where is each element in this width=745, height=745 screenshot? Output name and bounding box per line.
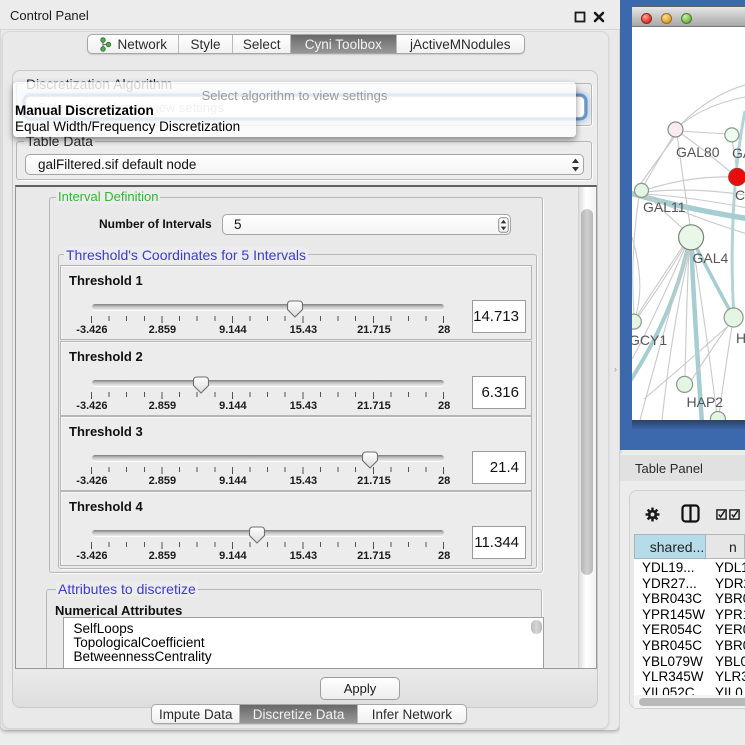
- svg-text:C: C: [735, 187, 745, 203]
- svg-text:GAL4: GAL4: [693, 250, 729, 266]
- svg-text:GA: GA: [732, 145, 745, 161]
- svg-text:HAP2: HAP2: [687, 394, 724, 410]
- svg-text:GCY1: GCY1: [632, 332, 667, 348]
- svg-text:H: H: [736, 330, 745, 346]
- svg-text:GAL11: GAL11: [643, 199, 686, 215]
- svg-text:GAL80: GAL80: [676, 144, 720, 160]
